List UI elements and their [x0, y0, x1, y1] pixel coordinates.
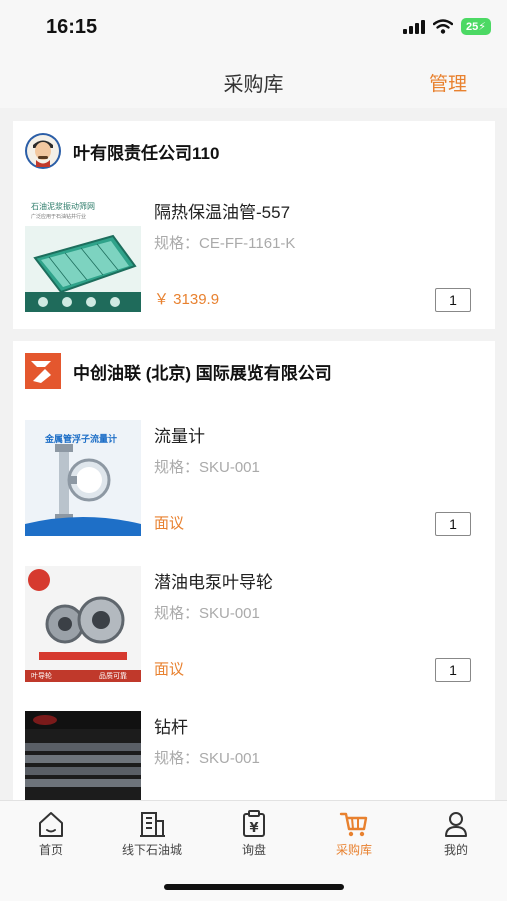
product-price: ￥ 3139.9	[154, 291, 220, 308]
tab-label: 询盘	[241, 843, 266, 857]
thumb-caption: 品质可靠	[99, 673, 127, 680]
shop-header[interactable]: 叶有限责任公司110	[25, 133, 219, 169]
shop-avatar	[25, 133, 61, 169]
flowmeter-image	[25, 444, 141, 536]
svg-text:¥: ¥	[249, 821, 258, 836]
product-item[interactable]: 金属管浮子流量计 流量计 规格：SKU-001 面议 1	[25, 420, 483, 538]
shop-name: 中创油联 (北京) 国际展览有限公司	[73, 363, 332, 383]
product-thumbnail: 石油泥浆振动筛网 广泛应用于石油钻井行业	[25, 196, 141, 312]
shop-card: 叶有限责任公司110 石油泥浆振动筛网 广泛应用于石油钻井行业 隔热保温油管-5…	[13, 121, 495, 329]
product-price: 面议	[154, 661, 185, 678]
product-title: 潜油电泵叶导轮	[154, 573, 273, 592]
home-indicator[interactable]	[164, 884, 344, 890]
product-title: 隔热保温油管-557	[154, 203, 291, 222]
cart-icon	[339, 812, 368, 837]
product-price: 面议	[154, 515, 185, 532]
product-spec: 规格：SKU-001	[154, 605, 260, 622]
tab-label: 采购库	[335, 843, 372, 857]
tab-bar: 首页 线下石油城 ¥ 询盘 采购库 我的	[0, 800, 507, 901]
status-bar: 16:15 25 ⚡	[0, 0, 507, 56]
tab-purchase-library[interactable]: 采购库	[309, 809, 399, 858]
product-spec: 规格：SKU-001	[154, 750, 260, 767]
shop-logo-icon	[25, 353, 61, 389]
tab-offline-oil-city[interactable]: 线下石油城	[107, 809, 197, 858]
wifi-icon	[433, 19, 453, 34]
impeller-image	[25, 569, 141, 682]
battery-level: 25	[466, 20, 479, 33]
product-thumbnail: 金属管浮子流量计	[25, 420, 141, 536]
user-icon	[445, 812, 467, 837]
tab-home[interactable]: 首页	[6, 809, 96, 858]
quantity-input[interactable]: 1	[435, 288, 471, 312]
quantity-input[interactable]: 1	[435, 512, 471, 536]
shop-card: 中创油联 (北京) 国际展览有限公司 金属管浮子流量计 流量计 规格：SKU-0…	[13, 341, 495, 827]
home-icon	[39, 812, 63, 837]
tab-inquiry[interactable]: ¥ 询盘	[209, 809, 299, 858]
battery-indicator: 25 ⚡	[461, 18, 491, 35]
shop-header[interactable]: 中创油联 (北京) 国际展览有限公司	[25, 353, 332, 389]
product-item[interactable]: 叶导轮 品质可靠 潜油电泵叶导轮 规格：SKU-001 面议 1	[25, 566, 483, 684]
shop-name: 叶有限责任公司110	[73, 143, 220, 163]
product-item[interactable]: 石油泥浆振动筛网 广泛应用于石油钻井行业 隔热保温油管-557 规格：CE-FF…	[25, 196, 483, 314]
building-icon	[140, 812, 165, 837]
tab-mine[interactable]: 我的	[411, 809, 501, 858]
thumb-caption: 叶导轮	[31, 673, 52, 680]
navigation-bar: 采购库 管理	[0, 56, 507, 108]
product-spec: 规格：CE-FF-1161-K	[154, 235, 296, 252]
tab-label: 我的	[443, 843, 468, 857]
quantity-input[interactable]: 1	[435, 658, 471, 682]
charging-bolt-icon: ⚡	[478, 21, 486, 33]
status-icons: 25 ⚡	[403, 18, 491, 35]
screen-mesh-image	[25, 234, 141, 312]
product-title: 流量计	[154, 427, 205, 446]
product-thumbnail: 叶导轮 品质可靠	[25, 566, 141, 682]
status-time: 16:15	[46, 16, 98, 38]
tab-label: 线下石油城	[121, 843, 182, 857]
tab-label: 首页	[38, 843, 63, 857]
product-spec: 规格：SKU-001	[154, 459, 260, 476]
clipboard-yen-icon: ¥	[243, 810, 265, 837]
signal-icon	[403, 19, 425, 34]
product-title: 钻杆	[154, 718, 188, 737]
manage-button[interactable]: 管理	[429, 69, 467, 96]
